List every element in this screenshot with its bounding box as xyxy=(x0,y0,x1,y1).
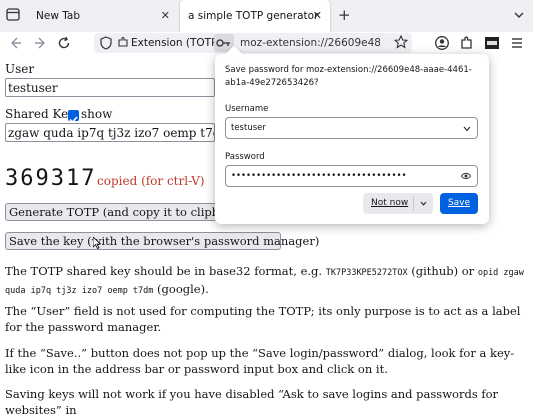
tab-title: a simple TOTP generator xyxy=(188,10,319,22)
menu-icon[interactable] xyxy=(509,35,525,51)
paragraph-key-format: The TOTP shared key should be in base32 … xyxy=(5,264,524,296)
show-label: show xyxy=(81,107,113,121)
address-bar[interactable]: Extension (TOTP) moz-extension://26609e4… xyxy=(94,33,412,53)
paragraph-save-button-help: If the “Save..” button does not pop up t… xyxy=(5,346,515,376)
example-key-github: TK7P33KPE5272TOX xyxy=(325,268,408,278)
save-button[interactable]: Save xyxy=(440,193,478,214)
popup-username-input[interactable]: testuser xyxy=(225,117,478,139)
navigation-bar: Extension (TOTP) moz-extension://26609e4… xyxy=(0,32,533,54)
chevron-down-icon[interactable] xyxy=(420,200,427,207)
extension-identity-chip[interactable]: Extension (TOTP) xyxy=(118,33,222,53)
totp-code: 369317 xyxy=(5,166,97,191)
popup-title: Save password for moz-extension://26609e… xyxy=(225,65,472,88)
firefox-view-icon[interactable] xyxy=(6,8,20,21)
puzzle-icon xyxy=(118,37,128,47)
show-password-eye-icon[interactable] xyxy=(461,172,471,180)
chevron-down-icon[interactable] xyxy=(513,9,525,21)
reload-icon[interactable] xyxy=(56,35,72,51)
chevron-down-icon[interactable] xyxy=(463,126,471,132)
paragraph-saving-disabled: Saving keys will not work if you have di… xyxy=(5,387,499,417)
paragraph-user-field: The “User” field is not used for computi… xyxy=(5,304,521,334)
account-icon[interactable] xyxy=(434,35,450,51)
shared-key-input[interactable]: zgaw quda ip7q tj3z izo7 oemp t7dm xyxy=(5,123,215,142)
bookmark-star-icon[interactable] xyxy=(394,35,408,49)
popup-password-value: ••••••••••••••••••••••••••••••••••• xyxy=(231,171,407,181)
tab-title: New Tab xyxy=(36,10,81,22)
user-input[interactable]: testuser xyxy=(5,78,215,97)
popup-password-label: Password xyxy=(225,152,265,162)
tab-new-tab[interactable]: New Tab ✕ xyxy=(28,0,178,32)
not-now-button[interactable]: Not now xyxy=(363,193,433,214)
tab-totp-generator[interactable]: a simple TOTP generator ✕ xyxy=(180,0,330,32)
new-tab-button[interactable]: + xyxy=(338,6,351,24)
button-divider xyxy=(413,196,414,211)
shield-icon[interactable] xyxy=(100,36,112,50)
forward-icon[interactable] xyxy=(32,35,48,51)
generate-totp-button[interactable]: Generate TOTP (and copy it to clipboard) xyxy=(5,203,217,221)
extension-chip-label: Extension (TOTP) xyxy=(131,37,222,49)
totp-extension-icon[interactable] xyxy=(484,35,500,51)
tab-close-icon[interactable]: ✕ xyxy=(313,0,322,32)
user-label: User xyxy=(5,62,35,76)
save-key-button[interactable]: Save the key (with the browser's passwor… xyxy=(5,232,319,250)
not-now-label: Not now xyxy=(371,198,409,208)
save-password-doorhanger: Save password for moz-extension://26609e… xyxy=(215,45,489,224)
popup-username-label: Username xyxy=(225,104,269,114)
tab-close-icon[interactable]: ✕ xyxy=(161,0,170,32)
mouse-cursor-icon xyxy=(93,237,101,249)
extensions-icon[interactable] xyxy=(459,35,475,51)
show-key-checkbox[interactable] xyxy=(68,110,79,124)
popup-username-value: testuser xyxy=(231,123,266,133)
popup-password-input[interactable]: ••••••••••••••••••••••••••••••••••• xyxy=(225,165,478,187)
tab-strip: New Tab ✕ a simple TOTP generator ✕ + xyxy=(0,0,533,32)
copied-status: copied (for ctrl-V) xyxy=(97,174,205,188)
url-text: moz-extension://26609e48-aaae-44 xyxy=(240,37,380,49)
shared-key-label: Shared Key xyxy=(5,107,75,121)
back-icon[interactable] xyxy=(8,35,24,51)
